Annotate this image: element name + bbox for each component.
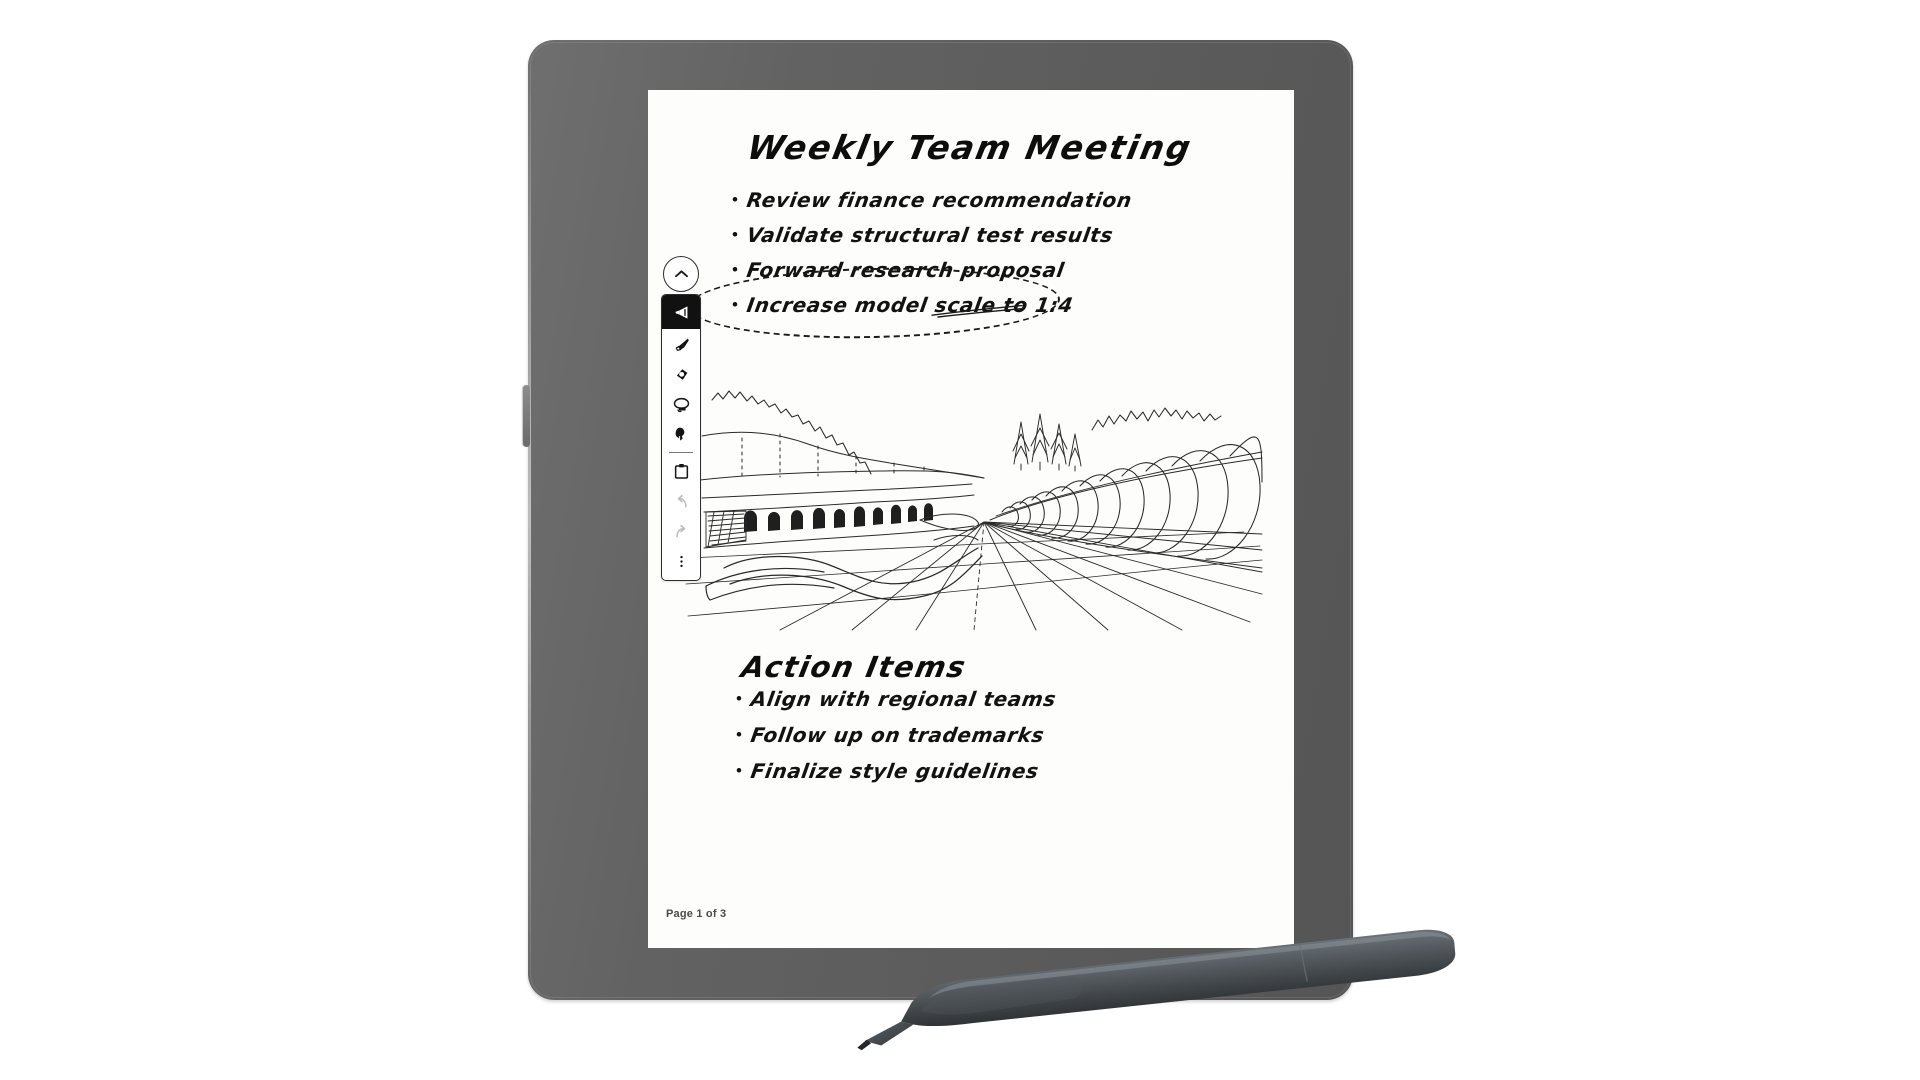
bullet-marker: • [736,689,742,708]
toolbar-panel [661,294,701,581]
bullet-marker: • [736,725,742,744]
tool-pointer[interactable] [662,419,700,449]
chevron-up-icon[interactable] [663,256,699,292]
highlighter-icon [675,338,689,351]
device-screen[interactable]: Weekly Team Meeting • Review finance rec… [648,90,1294,948]
note-bullet-annotated: • Increase model scale to 1:4 [732,293,1075,317]
clipboard-icon [674,463,688,479]
eraser-icon [676,368,687,380]
tool-highlighter[interactable] [662,329,700,359]
bullet-label: Increase model scale to 1:4 [745,293,1075,317]
lasso-select-icon [673,397,689,412]
tool-lasso-select[interactable] [662,389,700,419]
pen-icon [675,305,687,319]
redo-icon [675,524,685,537]
bullet-label: Validate structural test results [745,223,1115,247]
tablet-device: Weekly Team Meeting • Review finance rec… [523,40,1353,1000]
action-item: • Finalize style guidelines [736,759,1041,783]
tool-clipboard[interactable] [662,456,700,486]
toolbar-divider [669,452,693,453]
tool-undo[interactable] [662,486,700,516]
screenshot-canvas: Weekly Team Meeting • Review finance rec… [0,0,1920,1080]
tool-redo[interactable] [662,516,700,546]
bullet-marker: • [732,225,738,244]
more-options-icon [679,555,683,567]
action-item-label: Align with regional teams [749,687,1058,711]
note-bullet: • Forward research proposal [732,258,1067,282]
action-item: • Align with regional teams [736,687,1058,711]
note-title: Weekly Team Meeting [744,128,1196,167]
note-bullet: • Review finance recommendation [732,188,1134,212]
device-edge-highlight [528,54,531,974]
bullet-label: Review finance recommendation [745,188,1134,212]
tool-pen[interactable] [662,295,700,329]
perspective-landscape-sketch [685,390,1263,631]
power-button[interactable] [523,385,530,447]
undo-icon [677,494,687,507]
bullet-marker: • [736,761,742,780]
writing-toolbar [658,256,704,581]
bullet-marker: • [732,295,738,314]
bullet-marker: • [732,190,738,209]
tool-eraser[interactable] [662,359,700,389]
page-indicator: Page 1 of 3 [666,908,727,920]
tool-more-options[interactable] [662,546,700,576]
action-item-label: Follow up on trademarks [749,723,1047,747]
action-item-label: Finalize style guidelines [749,759,1041,783]
bullet-marker: • [732,260,738,279]
note-bullet: • Validate structural test results [732,223,1115,247]
pointer-icon [675,427,684,441]
bullet-label: Forward research proposal [745,258,1067,282]
action-item: • Follow up on trademarks [736,723,1047,747]
note-section-title: Action Items [738,650,970,684]
